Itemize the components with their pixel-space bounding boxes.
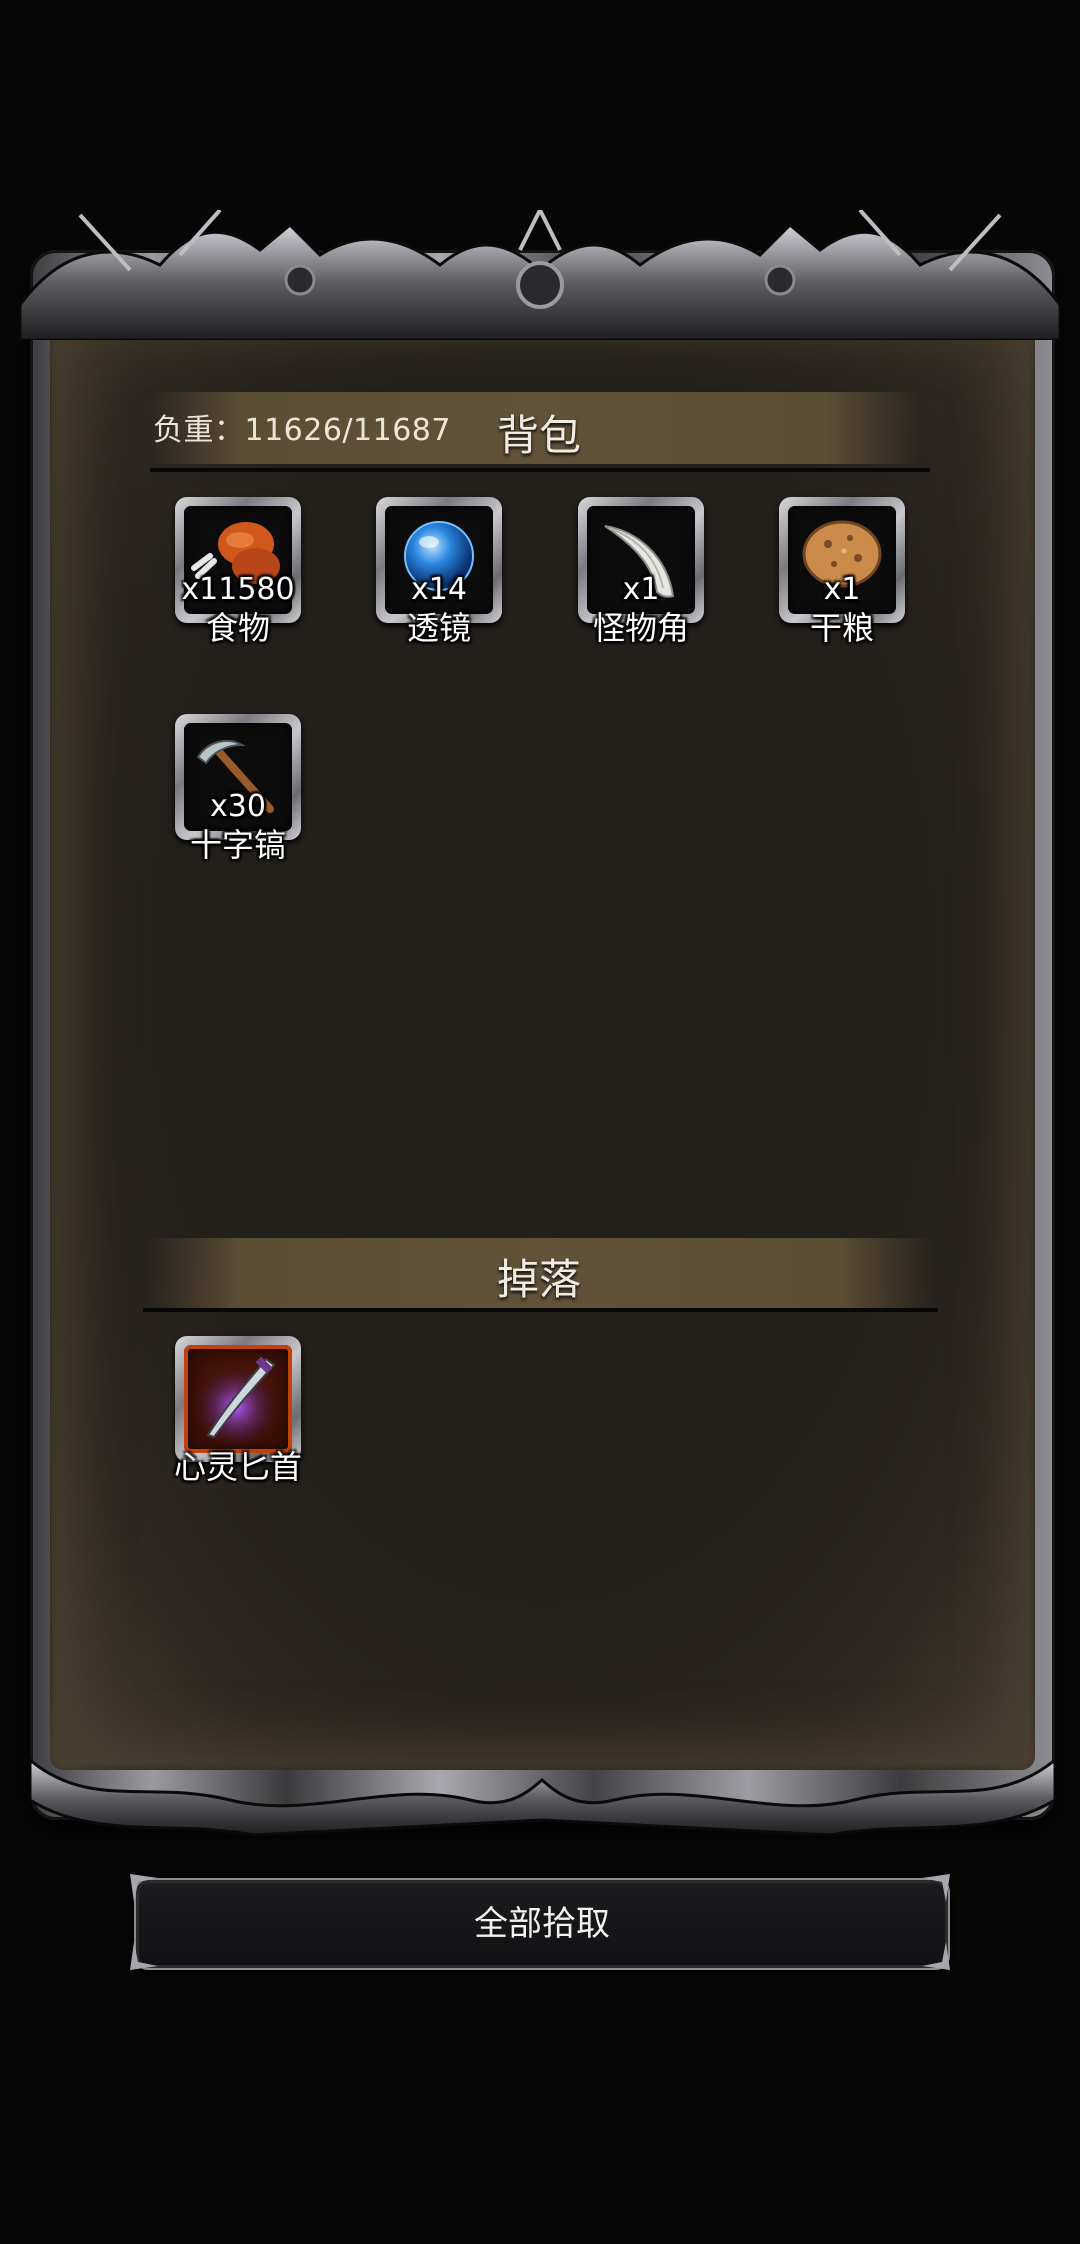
drop-slot-psychic-dagger[interactable]: 心灵匕首 [174, 1336, 302, 1486]
pickup-all-button[interactable]: 全部拾取 [134, 1878, 950, 1970]
item-name: 怪物角 [592, 609, 689, 647]
inventory-slot-pickaxe[interactable]: x30 十字镐 [175, 714, 301, 864]
backpack-header-divider [150, 468, 930, 472]
button-corner-ornament [922, 1874, 950, 1902]
psychic-dagger-icon [194, 1356, 278, 1445]
item-name: 食物 [205, 609, 270, 647]
item-name: 心灵匕首 [173, 1448, 302, 1486]
button-corner-ornament [130, 1874, 158, 1902]
backpack-title: 背包 [497, 411, 582, 460]
inventory-slot-lens[interactable]: x14 透镜 [376, 497, 502, 647]
item-quantity: x1 [622, 572, 660, 607]
button-corner-ornament [130, 1942, 158, 1970]
item-name: 干粮 [809, 609, 874, 647]
inventory-slot-dry-rations[interactable]: x1 干粮 [779, 497, 905, 647]
drops-header-divider [143, 1308, 938, 1312]
frame-bottom-ornament [30, 1758, 1055, 1837]
item-name: 十字镐 [189, 826, 286, 864]
weight-capacity: 负重：11626/11687 [153, 413, 451, 448]
inventory-slot-food[interactable]: x11580 食物 [175, 497, 301, 647]
item-quantity: x1 [823, 572, 861, 607]
inventory-screen: 负重：11626/11687 背包 x11580 食物 x14 透镜 x1 怪物… [0, 0, 1080, 2244]
item-name: 透镜 [406, 609, 471, 647]
item-quantity: x11580 [181, 572, 295, 607]
drops-title: 掉落 [497, 1255, 582, 1304]
button-corner-ornament [922, 1942, 950, 1970]
item-quantity: x30 [210, 789, 266, 824]
item-quantity: x14 [411, 572, 467, 607]
inventory-slot-monster-horn[interactable]: x1 怪物角 [578, 497, 704, 647]
frame-top-ornament [20, 210, 1060, 340]
